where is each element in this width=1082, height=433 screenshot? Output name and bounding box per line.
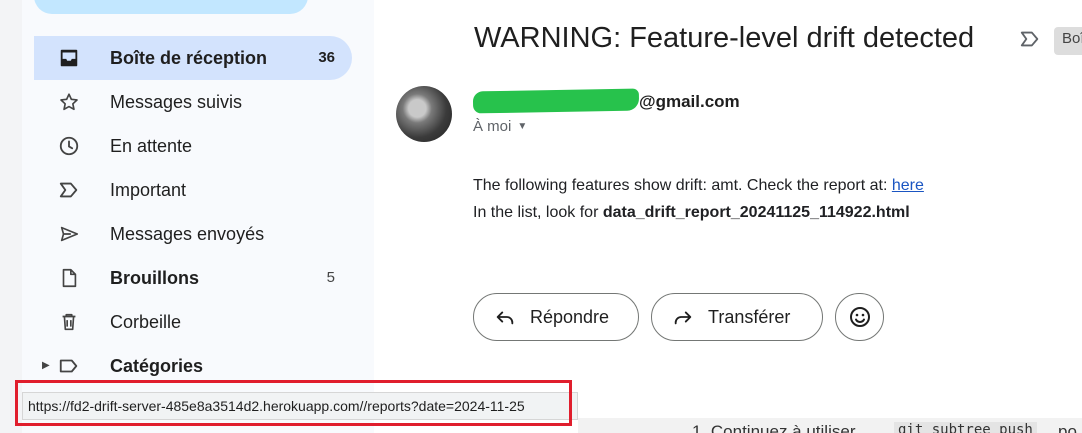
email-body: The following features show drift: amt. … — [473, 172, 924, 226]
forward-button[interactable]: Transférer — [651, 293, 823, 341]
clock-icon — [59, 136, 79, 156]
background-code: git subtree push — [894, 422, 1037, 433]
sidebar-item-label: Important — [110, 180, 187, 200]
sender-avatar[interactable] — [396, 86, 452, 142]
forward-label: Transférer — [708, 306, 791, 327]
background-text-suffix: po — [1058, 422, 1077, 433]
email-subject: WARNING: Feature-level drift detected — [474, 22, 975, 54]
background-text: 1. Continuez à utiliser — [692, 422, 856, 433]
sidebar-item-sent[interactable]: Messages envoyés — [22, 212, 374, 256]
star-icon — [60, 93, 78, 111]
compose-button[interactable] — [34, 0, 308, 14]
draft-icon — [62, 268, 77, 288]
chevron-down-icon: ▼ — [517, 121, 528, 132]
sidebar-item-important[interactable]: Important — [22, 168, 374, 212]
sidebar-item-label: Boîte de réception — [110, 48, 268, 68]
body-text: The following features show drift: amt. … — [473, 177, 892, 194]
inbox-label-chip[interactable]: Boî — [1054, 27, 1082, 55]
body-text: In the list, look for — [473, 204, 603, 221]
trash-icon — [62, 313, 76, 331]
sidebar-item-drafts[interactable]: Brouillons 5 — [22, 256, 374, 300]
report-filename: data_drift_report_20241125_114922.html — [602, 204, 910, 221]
window-edge — [0, 0, 22, 433]
recipient-toggle[interactable]: À moi ▼ — [473, 118, 527, 135]
report-link[interactable]: here — [892, 177, 924, 194]
body-line-2: In the list, look for data_drift_report_… — [473, 199, 924, 226]
emoji-icon — [849, 307, 870, 327]
unread-count: 36 — [318, 49, 335, 66]
label-icon — [59, 359, 78, 373]
recipient-label: À moi — [473, 118, 512, 135]
background-document: 1. Continuez à utiliser git subtree push… — [578, 418, 1082, 433]
inbox-icon — [60, 49, 78, 67]
important-icon — [59, 182, 78, 198]
sidebar-item-starred[interactable]: Messages suivis — [22, 80, 374, 124]
email-view: WARNING: Feature-level drift detected Bo… — [374, 0, 1082, 433]
sidebar-item-label: Messages envoyés — [110, 224, 265, 244]
annotation-highlight-box — [15, 380, 572, 426]
sender-address: @gmail.com — [472, 88, 740, 114]
sidebar-item-label: En attente — [110, 136, 193, 156]
reply-label: Répondre — [530, 306, 610, 327]
body-line-1: The following features show drift: amt. … — [473, 172, 924, 199]
sidebar-item-label: Brouillons — [110, 268, 199, 288]
important-marker-icon[interactable] — [1018, 28, 1042, 50]
reply-button[interactable]: Répondre — [473, 293, 639, 341]
sidebar-item-trash[interactable]: Corbeille — [22, 300, 374, 344]
expand-caret-icon[interactable]: ▶ — [42, 360, 50, 371]
sidebar-item-snoozed[interactable]: En attente — [22, 124, 374, 168]
draft-count: 5 — [326, 269, 335, 286]
sender-domain: @gmail.com — [639, 92, 740, 111]
forward-icon — [674, 311, 692, 325]
send-icon — [60, 226, 79, 242]
emoji-reaction-button[interactable] — [835, 293, 884, 341]
reply-icon — [496, 311, 514, 325]
sidebar-nav: Boîte de réception 36 Messages suivis En… — [22, 36, 374, 388]
redaction-mark — [472, 88, 640, 114]
sidebar-item-label: Catégories — [110, 356, 204, 376]
sidebar-item-label: Messages suivis — [110, 92, 243, 112]
sidebar-item-label: Corbeille — [110, 312, 182, 332]
sidebar-item-inbox[interactable]: Boîte de réception 36 — [22, 36, 374, 80]
